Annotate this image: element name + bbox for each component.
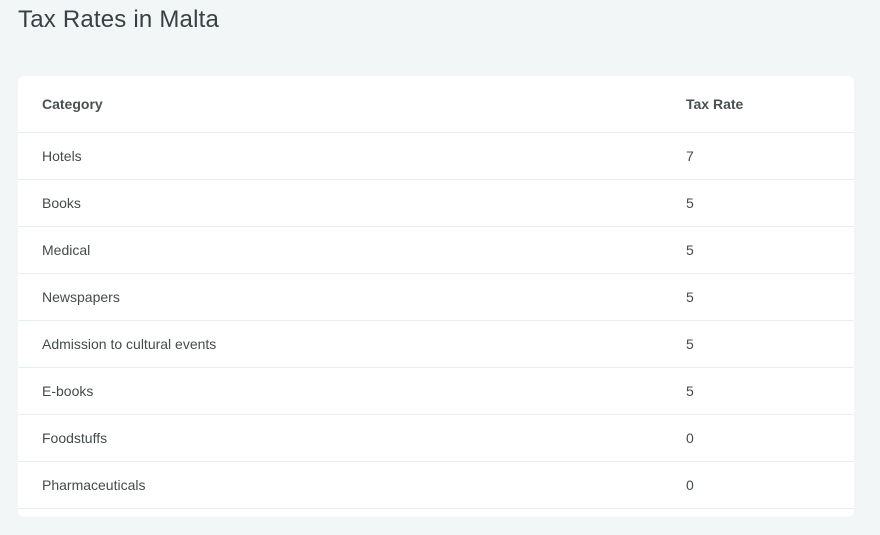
cell-tax-rate: 7 (686, 147, 694, 164)
cell-category: Newspapers (42, 288, 120, 305)
cell-category: Pharmaceuticals (42, 476, 146, 493)
cell-category: Hotels (42, 147, 82, 164)
cell-tax-rate: 5 (686, 194, 694, 211)
cell-tax-rate: 5 (686, 382, 694, 399)
cell-category: Foodstuffs (42, 429, 108, 446)
table-row: Hotels 7 (18, 132, 854, 179)
table-row: Pharmaceuticals 0 (18, 461, 854, 508)
table-row: Books 5 (18, 179, 854, 226)
table-row: Foodstuffs 0 (18, 414, 854, 461)
table-row: Newspapers 5 (18, 273, 854, 320)
table-row: Medical 5 (18, 226, 854, 273)
cell-tax-rate: 5 (686, 288, 694, 305)
table-header-row: Category Tax Rate (18, 76, 854, 132)
cell-category: Books (42, 194, 81, 211)
cell-tax-rate: 0 (686, 429, 694, 446)
table-header: Category Tax Rate (18, 76, 854, 132)
cell-category: Admission to cultural events (42, 335, 217, 352)
table-row: E-books 5 (18, 367, 854, 414)
cell-category: E-books (42, 382, 94, 399)
column-header-category: Category (42, 95, 103, 112)
table-row: Admission to cultural events 5 (18, 320, 854, 367)
cell-tax-rate: 5 (686, 335, 694, 352)
cell-tax-rate: 5 (686, 241, 694, 258)
column-header-tax-rate: Tax Rate (686, 95, 744, 112)
tax-rates-card: Category Tax Rate Hotels 7 Books 5 Medic… (18, 76, 854, 517)
page-title: Tax Rates in Malta (18, 6, 220, 33)
tax-rates-table: Category Tax Rate Hotels 7 Books 5 Medic… (18, 76, 854, 509)
table-body: Hotels 7 Books 5 Medical 5 Newspapers 5 … (18, 132, 854, 508)
cell-tax-rate: 0 (686, 476, 694, 493)
cell-category: Medical (42, 241, 91, 258)
